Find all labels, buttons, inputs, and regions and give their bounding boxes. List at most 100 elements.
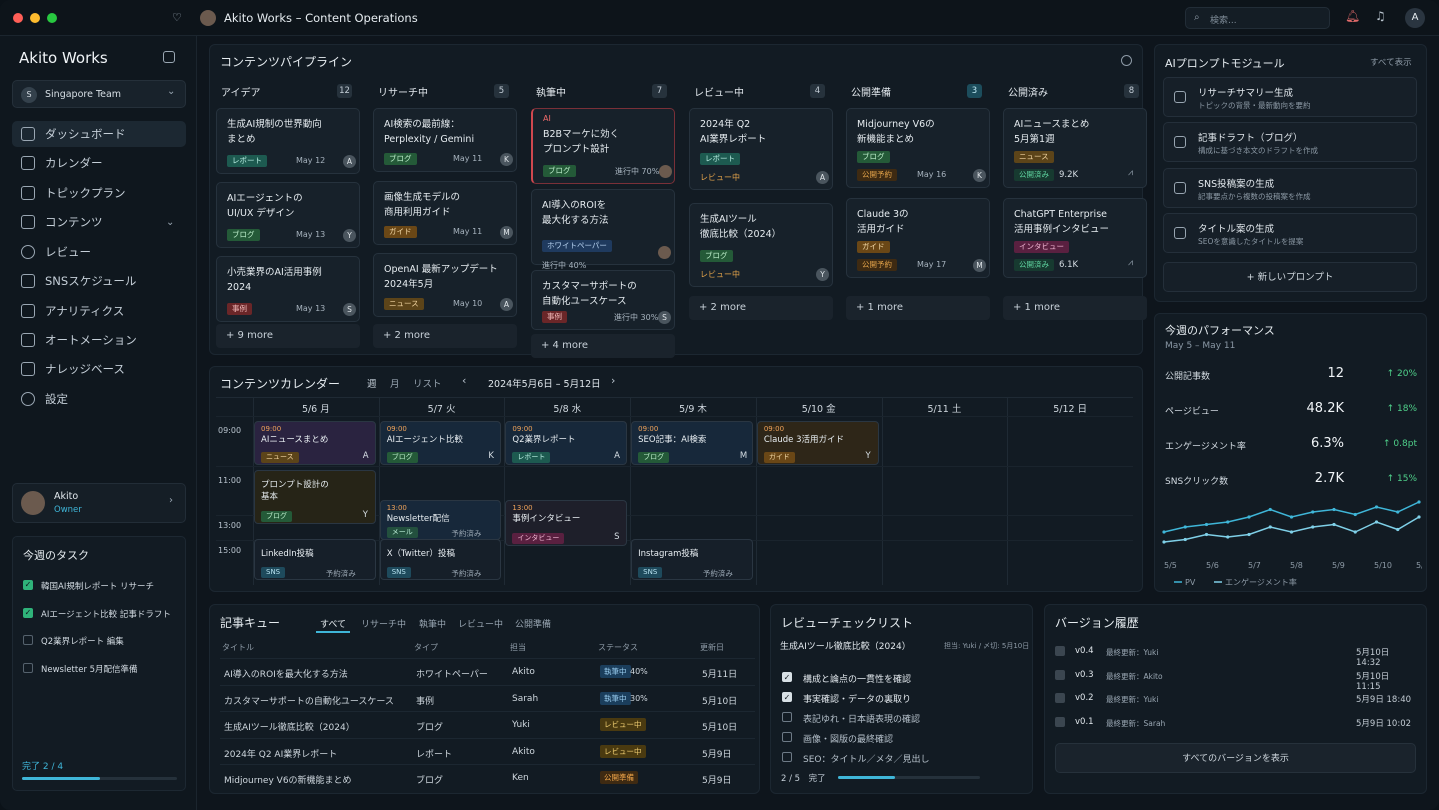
table-row[interactable]: AI導入のROIを最大化する方法 ホワイトペーパー Akito 執筆中 40% 5月11日 — [220, 658, 755, 684]
calendar-event[interactable]: 13:00 事例インタビュー インタビュー S — [505, 500, 628, 546]
table-row[interactable]: カスタマーサポートの自動化ユースケース 事例 Sarah 執筆中 30% 5月10日 — [220, 684, 755, 711]
prev-week-button[interactable]: ‹ — [462, 374, 466, 387]
settings-icon[interactable] — [1121, 55, 1132, 66]
more-button[interactable]: + 9 more — [216, 324, 360, 348]
content-card[interactable]: カスタマーサポートの 自動化ユースケース 事例 進行中 30% S — [531, 270, 675, 330]
more-button[interactable]: + 2 more — [373, 324, 517, 348]
queue-tab[interactable]: 公開準備 — [515, 617, 551, 630]
queue-tab[interactable]: リサーチ中 — [361, 617, 406, 630]
row-type: 事例 — [416, 696, 435, 707]
calendar-icon — [21, 156, 35, 170]
prompt-card[interactable]: 記事ドラフト（ブログ） 構成に基づき本文のドラフトを作成 — [1163, 122, 1417, 162]
version-row[interactable]: v0.1 最終更新：Sarah 5月9日 10:02 — [1055, 713, 1415, 735]
more-button[interactable]: + 1 more — [1003, 296, 1147, 320]
content-card[interactable]: 生成AIツール 徹底比較（2024） ブログ レビュー中 Y — [689, 203, 833, 287]
content-card[interactable]: OpenAI 最新アップデート 2024年5月 ニュース May 10 A — [373, 253, 517, 317]
content-card[interactable]: 画像生成モデルの 商用利用ガイド ガイド May 11 M — [373, 181, 517, 245]
metric-delta: ↑ 18% — [1386, 404, 1417, 414]
content-card[interactable]: 2024年 Q2 AI業界レポート レポート レビュー中 A — [689, 108, 833, 190]
compose-icon[interactable] — [163, 51, 175, 63]
content-card[interactable]: Midjourney V6の 新機能まとめ ブログ 公開予約 May 16 K — [846, 108, 990, 188]
all-versions-button[interactable]: すべてのバージョンを表示 — [1055, 743, 1416, 773]
sidebar-item-sns-schedule[interactable]: SNSスケジュール — [12, 268, 186, 294]
calendar-event[interactable]: 13:00 Newsletter配信 メール 予約済み — [379, 500, 502, 540]
view-week[interactable]: 週 — [367, 376, 377, 390]
search-input[interactable]: ⌕ 検索... — [1185, 7, 1330, 29]
prompt-card[interactable]: タイトル案の生成 SEOを意識したタイトルを提案 — [1163, 213, 1417, 253]
checkbox[interactable] — [782, 712, 792, 722]
queue-tab[interactable]: レビュー中 — [458, 617, 503, 630]
day-header: 5/6 月 — [301, 404, 330, 415]
version-row[interactable]: v0.4 最終更新：Yuki 5月10日 14:32 — [1055, 642, 1415, 668]
notification-icon[interactable]: ♫ — [1375, 9, 1386, 23]
content-card[interactable]: AI導入のROIを 最大化する方法 ホワイトペーパー 進行中 40% — [531, 189, 675, 270]
time-label: 15:00 — [218, 546, 242, 555]
sidebar-item-topic-plan[interactable]: トピックプラン — [12, 180, 186, 206]
calendar-event[interactable]: 09:00 AIニュースまとめ ニュース A — [254, 421, 376, 465]
new-prompt-button[interactable]: + 新しいプロンプト — [1163, 262, 1417, 292]
more-button[interactable]: + 2 more — [689, 296, 833, 320]
close-window-button[interactable] — [13, 13, 23, 23]
user-avatar[interactable]: A — [1405, 8, 1425, 28]
queue-tab[interactable]: 執筆中 — [419, 617, 446, 630]
sidebar-item-settings[interactable]: 設定 — [12, 386, 186, 412]
calendar-event[interactable]: LinkedIn投稿 SNS 予約済み — [254, 539, 376, 580]
view-month[interactable]: 月 — [390, 376, 400, 390]
sidebar-item-content[interactable]: コンテンツ ⌄ — [12, 209, 186, 235]
sidebar-item-dashboard[interactable]: ダッシュボード — [12, 121, 186, 147]
table-row[interactable]: 生成AIツール徹底比較（2024） ブログ Yuki レビュー中 5月10日 — [220, 711, 755, 737]
view-list[interactable]: リスト — [413, 376, 442, 390]
checklist-progress-track — [838, 776, 980, 779]
version-row[interactable]: v0.2 最終更新：Yuki 5月9日 18:40 — [1055, 689, 1415, 711]
prompt-card[interactable]: リサーチサマリー生成 トピックの背景・最新動向を要約 — [1163, 77, 1417, 117]
minimize-window-button[interactable] — [30, 13, 40, 23]
sidebar-item-calendar[interactable]: カレンダー — [12, 150, 186, 176]
task-checkbox[interactable]: ✓ — [23, 580, 33, 590]
sidebar-item-automation[interactable]: オートメーション — [12, 327, 186, 353]
content-card[interactable]: 小売業界のAI活用事例 2024 事例 May 13 S — [216, 256, 360, 322]
next-week-button[interactable]: › — [611, 374, 615, 387]
content-card[interactable]: 生成AI規制の世界動向 まとめ レポート May 12 A — [216, 108, 360, 174]
user-card[interactable]: Akito Owner › — [12, 483, 186, 523]
event-title: X（Twitter）投稿 — [386, 549, 456, 559]
data-point — [1311, 525, 1315, 529]
heart-icon[interactable]: ♡ — [172, 11, 182, 24]
calendar-event[interactable]: Instagram投稿 SNS 予約済み — [631, 539, 753, 580]
queue-tab[interactable]: すべて — [320, 617, 346, 630]
calendar-event[interactable]: 09:00 AIエージェント比較 ブログ K — [379, 421, 502, 465]
more-button[interactable]: + 1 more — [846, 296, 990, 320]
more-button[interactable]: + 4 more — [531, 334, 675, 358]
calendar-event[interactable]: X（Twitter）投稿 SNS 予約済み — [379, 539, 502, 580]
checkbox[interactable] — [782, 752, 792, 762]
data-point — [1396, 527, 1400, 532]
task-checkbox[interactable] — [23, 662, 33, 673]
checkbox[interactable]: ✓ — [782, 672, 792, 682]
checkbox[interactable] — [782, 732, 792, 742]
sidebar-item-review[interactable]: レビュー — [12, 239, 186, 265]
assignee-initial: Y — [362, 510, 368, 520]
alert-bell-icon[interactable]: 🔔︎ — [1345, 9, 1360, 23]
content-card[interactable]: AI検索の最前線： Perplexity / Gemini ブログ May 11 K — [373, 108, 517, 172]
calendar-event[interactable]: プロンプト設計の 基本 ブログ Y — [254, 470, 376, 524]
sidebar-item-knowledge-base[interactable]: ナレッジベース — [12, 356, 186, 382]
task-checkbox[interactable] — [23, 635, 33, 645]
table-row[interactable]: Midjourney V6の新機能まとめ ブログ Ken 公開準備 5月9日 — [220, 764, 755, 790]
content-card[interactable]: AI B2Bマーケに効く プロンプト設計 ブログ 進行中 70% — [531, 108, 675, 184]
checkbox[interactable]: ✓ — [782, 692, 792, 702]
team-selector[interactable]: S Singapore Team ⌄ — [12, 80, 186, 108]
calendar-event[interactable]: 09:00 Claude 3活用ガイド ガイド Y — [756, 421, 879, 465]
sidebar-item-analytics[interactable]: アナリティクス — [12, 298, 186, 324]
content-card[interactable]: AIエージェントの UI/UX デザイン ブログ May 13 Y — [216, 182, 360, 248]
prompt-card[interactable]: SNS投稿案の生成 記事要点から複数の投稿案を作成 — [1163, 168, 1417, 208]
calendar-event[interactable]: 09:00 Q2業界レポート レポート A — [505, 421, 628, 465]
task-checkbox[interactable]: ✓ — [23, 607, 33, 618]
version-row[interactable]: v0.3 最終更新：Akito 5月10日 11:15 — [1055, 666, 1415, 692]
table-row[interactable]: 2024年 Q2 AI業界レポート レポート Akito レビュー中 5月9日 — [220, 737, 755, 764]
show-all-link[interactable]: すべて表示 — [1370, 56, 1412, 68]
content-card[interactable]: ChatGPT Enterprise 活用事例インタビュー インタビュー 公開済み 6… — [1003, 198, 1147, 278]
content-card[interactable]: Claude 3の 活用ガイド ガイド 公開予約 May 17 M — [846, 198, 990, 278]
content-card[interactable]: AIニュースまとめ 5月第1週 ニュース 公開済み 9.2K ⩘ — [1003, 108, 1147, 188]
maximize-window-button[interactable] — [47, 13, 57, 23]
calendar-event[interactable]: 09:00 SEO記事：AI検索 ブログ M — [631, 421, 753, 465]
active-tab-indicator — [316, 631, 350, 633]
